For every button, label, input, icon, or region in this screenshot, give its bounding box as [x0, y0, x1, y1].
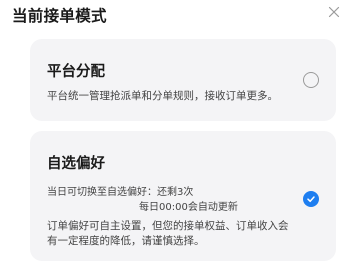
- dialog-title: 当前接单模式: [12, 7, 107, 25]
- warning-line: 订单偏好可自主设置，但您的接单权益、订单收入会: [47, 220, 289, 232]
- option-title: 自选偏好: [47, 156, 105, 172]
- option-card-platform[interactable]: 平台分配 平台统一管理抢派单和分单规则，接收订单更多。: [30, 39, 336, 121]
- option-card-custom[interactable]: 自选偏好 当日可切换至自选偏好：还剩3次 每日00:00会自动更新 订单偏好可自…: [30, 131, 336, 261]
- option-description: 平台统一管理抢派单和分单规则，接收订单更多。: [47, 90, 278, 102]
- reset-time-text: 每日00:00会自动更新: [139, 202, 238, 213]
- radio-selected[interactable]: [303, 191, 319, 207]
- switch-remaining-text: 当日可切换至自选偏好：还剩3次: [47, 187, 194, 198]
- warning-line: 有一定程度的降低，请谨慎选择。: [47, 235, 205, 247]
- close-button[interactable]: [324, 2, 344, 22]
- close-icon: [328, 6, 340, 18]
- warning-text: 订单偏好可自主设置，但您的接单权益、订单收入会 有一定程度的降低，请谨慎选择。: [47, 219, 332, 249]
- check-icon: [307, 196, 315, 203]
- radio-unselected[interactable]: [303, 72, 319, 88]
- order-mode-dialog: 当前接单模式 平台分配 平台统一管理抢派单和分单规则，接收订单更多。 自选偏好 …: [0, 0, 354, 268]
- option-title: 平台分配: [47, 64, 105, 80]
